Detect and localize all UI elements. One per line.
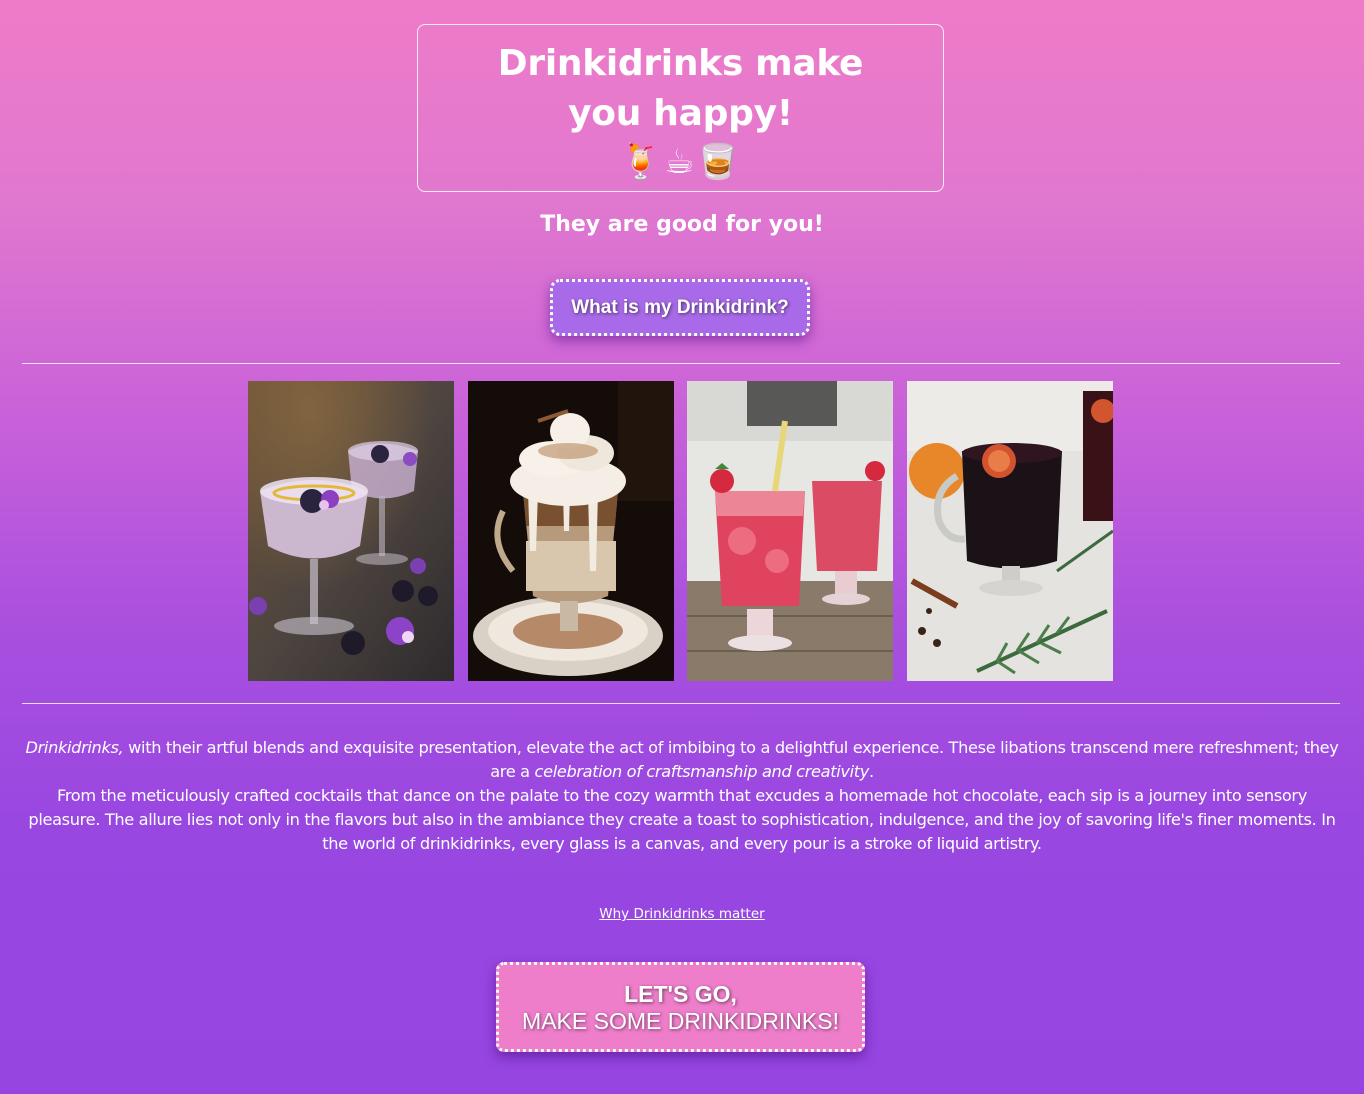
mulled-wine-photo-icon [907, 381, 1113, 681]
drinkidrinks-emphasis: Drinkidrinks, [25, 738, 124, 757]
photo-hot-chocolate [468, 381, 674, 681]
what-is-my-drinkidrink-button[interactable]: What is my Drinkidrink? [550, 279, 810, 336]
divider-bottom [22, 703, 1340, 704]
strawberry-lemonade-photo-icon [687, 381, 893, 681]
divider-top [22, 363, 1340, 364]
cta-line-2: MAKE SOME DRINKIDRINKS! [522, 1008, 839, 1034]
lets-go-make-drinkidrinks-button[interactable]: LET'S GO, MAKE SOME DRINKIDRINKS! [496, 962, 865, 1052]
description-paragraph-1: Drinkidrinks, with their artful blends a… [25, 738, 1339, 781]
description: Drinkidrinks, with their artful blends a… [24, 736, 1340, 856]
why-drinkidrinks-matter-link[interactable]: Why Drinkidrinks matter [599, 906, 764, 922]
page-subtitle: They are good for you! [540, 212, 824, 237]
drink-emojis-icon: 🍹☕🥃 [619, 142, 742, 182]
page-title: Drinkidrinks make you happy! [497, 43, 864, 134]
lavender-cocktail-photo-icon [248, 381, 454, 681]
title-box: Drinkidrinks make you happy! 🍹☕🥃 [417, 24, 944, 192]
why-link-wrapper: Why Drinkidrinks matter [0, 905, 1364, 923]
whipped-cream-hot-chocolate-photo-icon [468, 381, 674, 681]
photo-strawberry-drink [687, 381, 893, 681]
cta-line-1: LET'S GO, [624, 981, 737, 1007]
craftsmanship-emphasis: celebration of craftsmanship and creativ… [534, 762, 870, 781]
photo-mulled-wine [907, 381, 1113, 681]
photo-lavender-cocktail [248, 381, 454, 681]
description-paragraph-2: From the meticulously crafted cocktails … [28, 786, 1336, 853]
